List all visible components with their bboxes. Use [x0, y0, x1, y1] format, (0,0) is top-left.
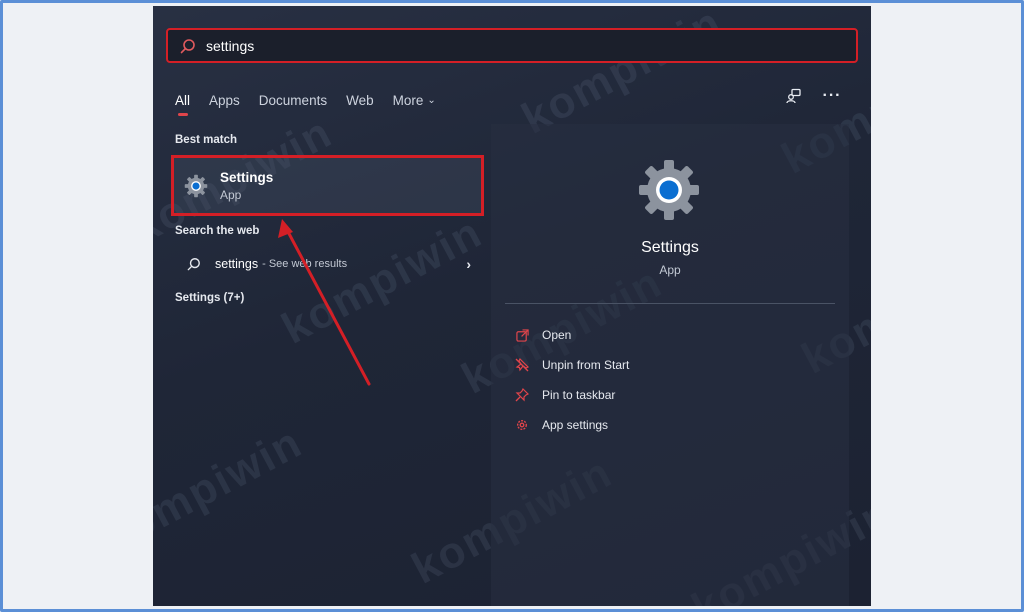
- watermark: kompiwin: [274, 207, 491, 354]
- pin-icon: [515, 388, 529, 402]
- watermark: kompiwin: [153, 417, 311, 564]
- settings-gear-icon: [637, 158, 701, 222]
- search-header-actions: ···: [785, 87, 841, 105]
- web-result-row[interactable]: settings - See web results ›: [175, 254, 471, 274]
- settings-group-label[interactable]: Settings (7+): [175, 292, 244, 304]
- web-search-term: settings: [215, 257, 259, 271]
- action-label: Pin to taskbar: [542, 388, 616, 402]
- tab-more[interactable]: More ⌄: [393, 93, 436, 108]
- best-match-title: Settings: [220, 169, 274, 185]
- action-label: Open: [542, 328, 572, 342]
- detail-title: Settings: [641, 239, 699, 256]
- search-web-label: Search the web: [175, 225, 260, 237]
- divider: [505, 303, 835, 304]
- start-search-panel: kompiwin kompiwin kompiwin kompiwin komp…: [153, 6, 871, 606]
- tab-apps[interactable]: Apps: [209, 93, 240, 108]
- account-switch-icon[interactable]: [785, 87, 803, 105]
- detail-subtitle: App: [659, 263, 681, 277]
- tab-label: Documents: [258, 92, 328, 108]
- action-label: Unpin from Start: [542, 358, 630, 372]
- more-options-icon[interactable]: ···: [823, 87, 841, 105]
- tab-all[interactable]: All: [175, 92, 191, 116]
- chevron-right-icon: ›: [466, 256, 471, 272]
- tab-label: Apps: [209, 92, 240, 108]
- action-pin-to-taskbar[interactable]: Pin to taskbar: [515, 380, 629, 410]
- detail-actions-list: Open Unpin from Start Pin to taskbar App…: [515, 320, 629, 440]
- action-app-settings[interactable]: App settings: [515, 410, 629, 440]
- best-match-label: Best match: [175, 134, 237, 146]
- search-box[interactable]: [166, 28, 858, 63]
- tab-label: Web: [346, 92, 374, 108]
- gear-icon: [515, 418, 529, 432]
- tab-label: More: [392, 92, 424, 108]
- action-unpin-from-start[interactable]: Unpin from Start: [515, 350, 629, 380]
- open-external-icon: [515, 328, 529, 342]
- result-detail-pane: Settings App Open Unpin from Start Pin t…: [491, 124, 849, 606]
- search-input[interactable]: [206, 37, 806, 54]
- best-match-settings-app[interactable]: Settings App: [171, 155, 484, 216]
- web-search-suffix: - See web results: [262, 258, 348, 270]
- search-filter-tabs: All Apps Documents Web More ⌄: [175, 88, 455, 116]
- action-open[interactable]: Open: [515, 320, 629, 350]
- tab-label: All: [175, 92, 191, 108]
- unpin-icon: [515, 358, 529, 372]
- tab-documents[interactable]: Documents: [259, 93, 327, 108]
- chevron-down-icon: ⌄: [427, 94, 436, 106]
- search-icon: [187, 257, 201, 271]
- best-match-subtitle: App: [220, 187, 242, 202]
- settings-gear-icon: [184, 174, 208, 198]
- tab-web[interactable]: Web: [346, 93, 374, 108]
- search-icon: [180, 38, 196, 54]
- action-label: App settings: [542, 418, 609, 432]
